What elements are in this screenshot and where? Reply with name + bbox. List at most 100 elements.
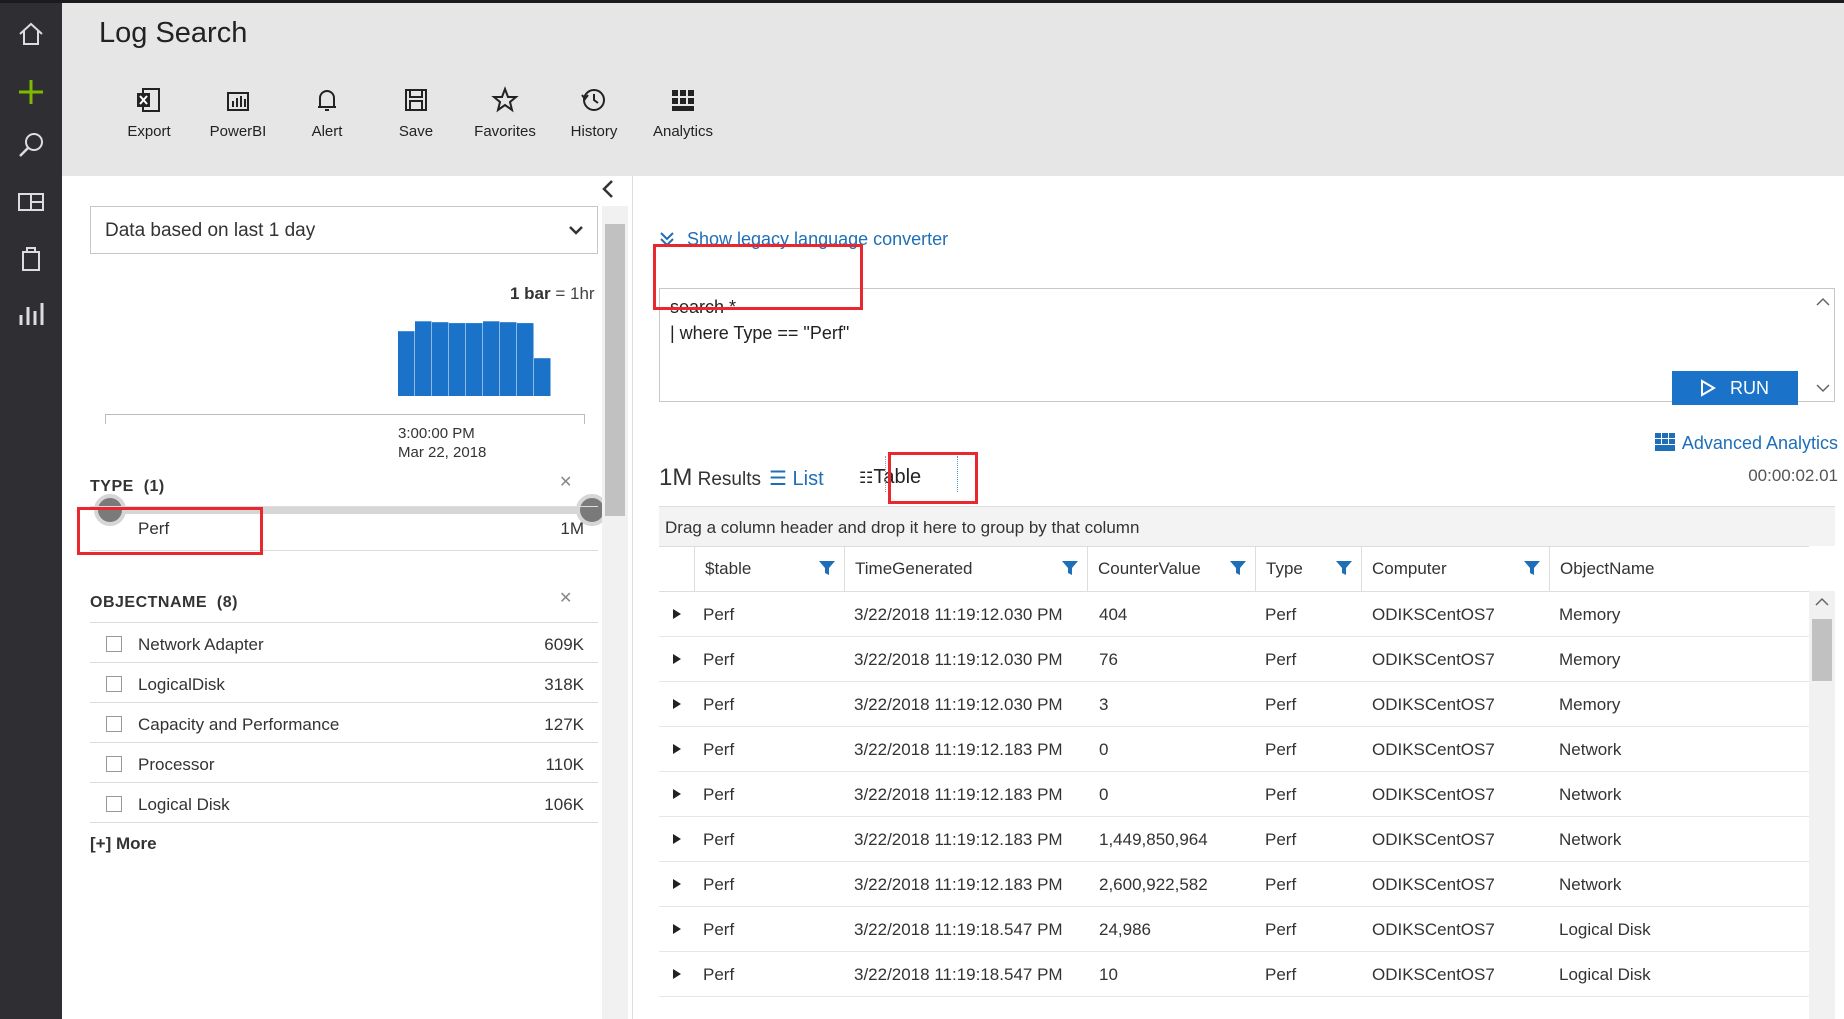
column-header-computer[interactable]: Computer xyxy=(1362,547,1550,591)
table-cell-table: Perf xyxy=(703,785,735,804)
more-link[interactable]: [+] More xyxy=(90,834,157,854)
table-row[interactable]: Perf 3/22/2018 11:19:12.030 PM 3 Perf ODIKSC… xyxy=(659,682,1809,727)
checkbox[interactable] xyxy=(106,636,122,652)
table-cell-objectname: Memory xyxy=(1559,650,1621,669)
histogram-tick-date: Mar 22, 2018 xyxy=(398,444,487,461)
filter-icon[interactable] xyxy=(1229,559,1247,577)
save-button[interactable]: Save xyxy=(371,85,461,140)
histogram-bar[interactable] xyxy=(534,358,551,396)
table-row[interactable]: Perf 3/22/2018 11:19:12.183 PM 0 Perf ODIKSC… xyxy=(659,727,1809,772)
column-header-objectname[interactable]: ObjectName xyxy=(1550,547,1809,591)
checkbox[interactable] xyxy=(106,796,122,812)
filter-icon[interactable] xyxy=(1061,559,1079,577)
table-cell-table: Perf xyxy=(703,740,735,759)
table-cell-type: Perf xyxy=(1265,695,1297,714)
facet-item-count: 110K xyxy=(545,755,584,774)
histogram-bar[interactable] xyxy=(398,331,415,396)
table-cell-table: Perf xyxy=(703,830,735,849)
histogram-bar[interactable] xyxy=(415,321,432,396)
analytics-button[interactable]: Analytics xyxy=(638,85,728,140)
filter-icon[interactable] xyxy=(1523,559,1541,577)
page-title: Log Search xyxy=(99,17,248,49)
table-cell-type: Perf xyxy=(1265,740,1297,759)
checkbox[interactable] xyxy=(106,676,122,692)
alert-button[interactable]: Alert xyxy=(282,85,372,140)
collapse-panel-icon[interactable] xyxy=(600,178,616,200)
divider xyxy=(90,822,598,823)
table-row[interactable]: Perf 3/22/2018 11:19:12.183 PM 2,600,922,5… xyxy=(659,862,1809,907)
expand-row-icon[interactable] xyxy=(673,744,681,754)
group-by-drop-zone[interactable]: Drag a column header and drop it here to… xyxy=(659,506,1835,546)
objectname-item-logical-disk[interactable]: Logical Disk 106K xyxy=(90,782,598,826)
checkbox[interactable] xyxy=(106,756,122,772)
expand-row-icon[interactable] xyxy=(673,654,681,664)
histogram-bar[interactable] xyxy=(432,322,449,396)
table-cell-countervalue: 24,986 xyxy=(1099,920,1151,939)
facet-item-count: 609K xyxy=(544,635,584,654)
table-cell-computer: ODIKSCentOS7 xyxy=(1372,965,1495,984)
marketplace-icon[interactable] xyxy=(14,241,48,275)
filter-icon[interactable] xyxy=(1335,559,1353,577)
column-header-timegenerated[interactable]: TimeGenerated xyxy=(845,547,1088,591)
expand-row-icon[interactable] xyxy=(673,969,681,979)
expand-row-icon[interactable] xyxy=(673,834,681,844)
dashboard-icon[interactable] xyxy=(14,185,48,219)
query-scrollbar[interactable] xyxy=(1812,289,1834,401)
table-row[interactable]: Perf 3/22/2018 11:19:12.030 PM 404 Perf ODIK… xyxy=(659,592,1809,637)
powerbi-button[interactable]: PowerBI xyxy=(193,85,283,140)
table-row[interactable]: Perf 3/22/2018 11:19:18.547 PM 10 Perf ODIKS… xyxy=(659,952,1809,997)
objectname-item-logicaldisk[interactable]: LogicalDisk 318K xyxy=(90,662,598,706)
chart-icon[interactable] xyxy=(14,297,48,331)
table-scrollbar[interactable] xyxy=(1809,591,1835,1019)
search-icon[interactable] xyxy=(14,129,48,163)
expand-row-icon[interactable] xyxy=(673,879,681,889)
highlight-box-perf xyxy=(77,507,263,555)
table-row[interactable]: Perf 3/22/2018 11:19:12.030 PM 76 Perf ODIKS… xyxy=(659,637,1809,682)
advanced-analytics-link[interactable]: Advanced Analytics xyxy=(1654,432,1838,454)
scrollbar-thumb[interactable] xyxy=(1812,619,1832,681)
histogram-bar[interactable] xyxy=(466,323,483,396)
histogram-bar[interactable] xyxy=(500,322,517,396)
export-button[interactable]: Export xyxy=(104,85,194,140)
histogram-bar[interactable] xyxy=(483,321,500,396)
histogram-bar[interactable] xyxy=(449,323,466,396)
checkbox[interactable] xyxy=(106,716,122,732)
column-header-countervalue[interactable]: CounterValue xyxy=(1088,547,1256,591)
expand-row-icon[interactable] xyxy=(673,609,681,619)
filter-icon[interactable] xyxy=(818,559,836,577)
objectname-item-network-adapter[interactable]: Network Adapter 609K xyxy=(90,622,598,666)
histogram[interactable] xyxy=(105,306,585,396)
type-facet-close-icon[interactable]: ✕ xyxy=(559,472,572,492)
objectname-item-processor[interactable]: Processor 110K xyxy=(90,742,598,786)
home-icon[interactable] xyxy=(14,17,48,51)
highlight-box-table xyxy=(888,452,978,504)
tab-focus-left xyxy=(885,456,887,492)
left-panel-scrollbar[interactable] xyxy=(602,206,628,1019)
tab-list[interactable]: ☰ List xyxy=(769,466,824,491)
scroll-up-icon[interactable] xyxy=(1813,595,1831,609)
expand-row-icon[interactable] xyxy=(673,789,681,799)
objectname-item-capacity-and-performance[interactable]: Capacity and Performance 127K xyxy=(90,702,598,746)
table-row[interactable]: Perf 3/22/2018 11:19:12.183 PM 0 Perf ODIKSC… xyxy=(659,772,1809,817)
column-header-table[interactable]: $table xyxy=(695,547,845,591)
run-button[interactable]: RUN xyxy=(1672,371,1798,405)
table-row[interactable]: Perf 3/22/2018 11:19:18.547 PM 24,986 Perf O… xyxy=(659,907,1809,952)
favorites-button[interactable]: Favorites xyxy=(460,85,550,140)
table-cell-objectname: Network xyxy=(1559,830,1622,849)
column-header-type[interactable]: Type xyxy=(1256,547,1362,591)
play-icon xyxy=(1701,379,1716,397)
table-cell-timegenerated: 3/22/2018 11:19:12.183 PM xyxy=(854,740,1063,759)
objectname-facet-close-icon[interactable]: ✕ xyxy=(559,588,572,608)
histogram-bar[interactable] xyxy=(517,323,534,396)
history-button[interactable]: History xyxy=(549,85,639,140)
expand-row-icon[interactable] xyxy=(673,699,681,709)
expand-row-icon[interactable] xyxy=(673,924,681,934)
plus-icon[interactable] xyxy=(14,75,48,109)
excel-icon xyxy=(137,88,160,112)
table-cell-timegenerated: 3/22/2018 11:19:12.183 PM xyxy=(854,785,1063,804)
scrollbar-thumb[interactable] xyxy=(605,224,625,516)
table-row[interactable]: Perf 3/22/2018 11:19:12.183 PM 1,449,850,9… xyxy=(659,817,1809,862)
table-cell-computer: ODIKSCentOS7 xyxy=(1372,740,1495,759)
query-line-2[interactable]: | where Type == "Perf" xyxy=(670,323,849,344)
time-range-dropdown[interactable]: Data based on last 1 day xyxy=(90,206,598,254)
